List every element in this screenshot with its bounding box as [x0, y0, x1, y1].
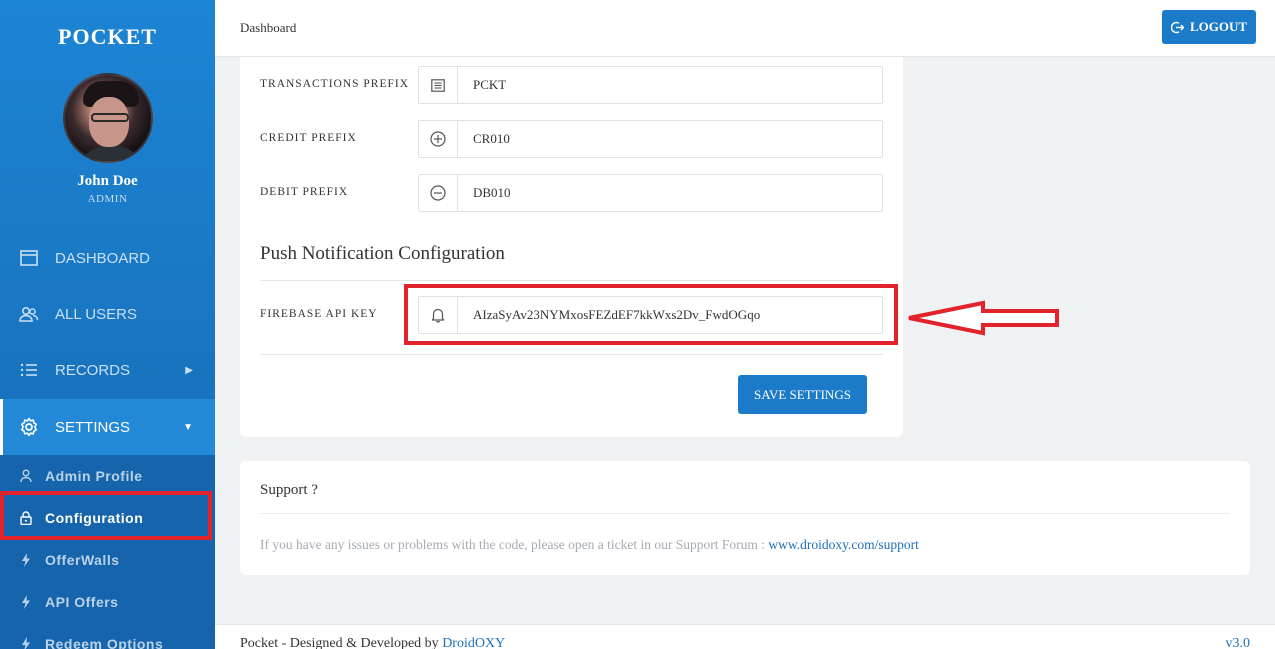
author-link[interactable]: DroidOXY [442, 636, 505, 649]
configuration-card: TRANSACTIONS PREFIX PCKT CREDIT PREFIX C… [240, 57, 903, 437]
credit-prefix-value: CR010 [473, 131, 510, 146]
settings-submenu: Admin Profile Configuration OfferWalls A… [0, 455, 215, 649]
support-title: Support ? [260, 482, 318, 498]
list-icon [19, 360, 39, 380]
bolt-icon [18, 553, 34, 567]
user-name: John Doe [77, 173, 138, 189]
divider [260, 280, 883, 281]
submenu-item-label: API Offers [45, 594, 119, 610]
divider [260, 513, 1230, 514]
logout-label: LOGOUT [1189, 19, 1248, 34]
minus-circle-icon [419, 175, 458, 211]
submenu-item-label: Admin Profile [45, 468, 143, 484]
footer: Pocket - Designed & Developed by DroidOX… [215, 624, 1275, 649]
submenu-item-label: Configuration [45, 510, 144, 526]
annotation-arrow-icon [908, 300, 1059, 336]
user-role: ADMIN [87, 193, 128, 205]
support-text: If you have any issues or problems with … [260, 537, 919, 553]
sidebar: POCKET John Doe ADMIN DASHBOARD ALL USER… [0, 0, 215, 649]
nav-item-dashboard[interactable]: DASHBOARD [0, 230, 215, 286]
lock-icon [18, 511, 34, 525]
submenu-item-label: Redeem Options [45, 636, 164, 649]
nav-item-settings[interactable]: SETTINGS ▼ [0, 399, 215, 455]
top-bar: Dashboard LOGOUT [215, 0, 1275, 57]
support-description: If you have any issues or problems with … [260, 537, 769, 552]
debit-prefix-label: DEBIT PREFIX [260, 186, 349, 198]
transactions-prefix-field[interactable]: PCKT [418, 66, 883, 104]
footer-credits: Pocket - Designed & Developed by DroidOX… [240, 636, 505, 649]
bolt-icon [18, 637, 34, 649]
logout-button[interactable]: LOGOUT [1162, 10, 1256, 44]
browser-window-icon [19, 248, 39, 268]
avatar [63, 73, 153, 163]
debit-prefix-field[interactable]: DB010 [418, 174, 883, 212]
submenu-item-redeem-options[interactable]: Redeem Options [0, 623, 215, 649]
transactions-prefix-value: PCKT [473, 77, 507, 92]
submenu-item-configuration[interactable]: Configuration [0, 497, 215, 539]
submenu-item-offerwalls[interactable]: OfferWalls [0, 539, 215, 581]
bell-icon [419, 297, 458, 333]
credit-prefix-field[interactable]: CR010 [418, 120, 883, 158]
nav-item-label: SETTINGS [55, 418, 131, 436]
support-card: Support ? If you have any issues or prob… [240, 461, 1250, 575]
bolt-icon [18, 595, 34, 609]
brand-logo: POCKET [58, 24, 157, 49]
debit-prefix-value: DB010 [473, 185, 511, 200]
logout-icon [1170, 21, 1184, 34]
credit-prefix-label: CREDIT PREFIX [260, 132, 357, 144]
gear-icon [19, 417, 39, 437]
nav-item-records[interactable]: RECORDS ▶ [0, 342, 215, 398]
firebase-api-key-field[interactable]: AIzaSyAv23NYMxosFEZdEF7kkWxs2Dv_FwdOGqo [418, 296, 883, 334]
nav-item-label: ALL USERS [55, 305, 137, 323]
nav-item-label: DASHBOARD [55, 249, 151, 267]
chevron-down-icon: ▼ [183, 421, 193, 433]
firebase-api-key-label: FIREBASE API KEY [260, 308, 378, 320]
user-icon [18, 469, 34, 483]
plus-circle-icon [419, 121, 458, 157]
support-forum-link[interactable]: www.droidoxy.com/support [768, 537, 918, 552]
users-icon [19, 304, 39, 324]
version-label: v3.0 [1225, 636, 1251, 649]
divider [260, 354, 883, 355]
chevron-right-icon: ▶ [185, 364, 193, 376]
nav-item-label: RECORDS [55, 361, 131, 379]
breadcrumb[interactable]: Dashboard [240, 20, 296, 36]
submenu-item-admin-profile[interactable]: Admin Profile [0, 455, 215, 497]
submenu-item-label: OfferWalls [45, 552, 120, 568]
transactions-prefix-label: TRANSACTIONS PREFIX [260, 78, 410, 90]
push-notification-title: Push Notification Configuration [260, 243, 505, 264]
list-box-icon [419, 67, 458, 103]
nav-item-all-users[interactable]: ALL USERS [0, 286, 215, 342]
submenu-item-api-offers[interactable]: API Offers [0, 581, 215, 623]
save-settings-button[interactable]: SAVE SETTINGS [738, 375, 867, 414]
footer-prefix: Pocket - Designed & Developed by [240, 636, 443, 649]
firebase-api-key-value: AIzaSyAv23NYMxosFEZdEF7kkWxs2Dv_FwdOGqo [473, 307, 761, 322]
